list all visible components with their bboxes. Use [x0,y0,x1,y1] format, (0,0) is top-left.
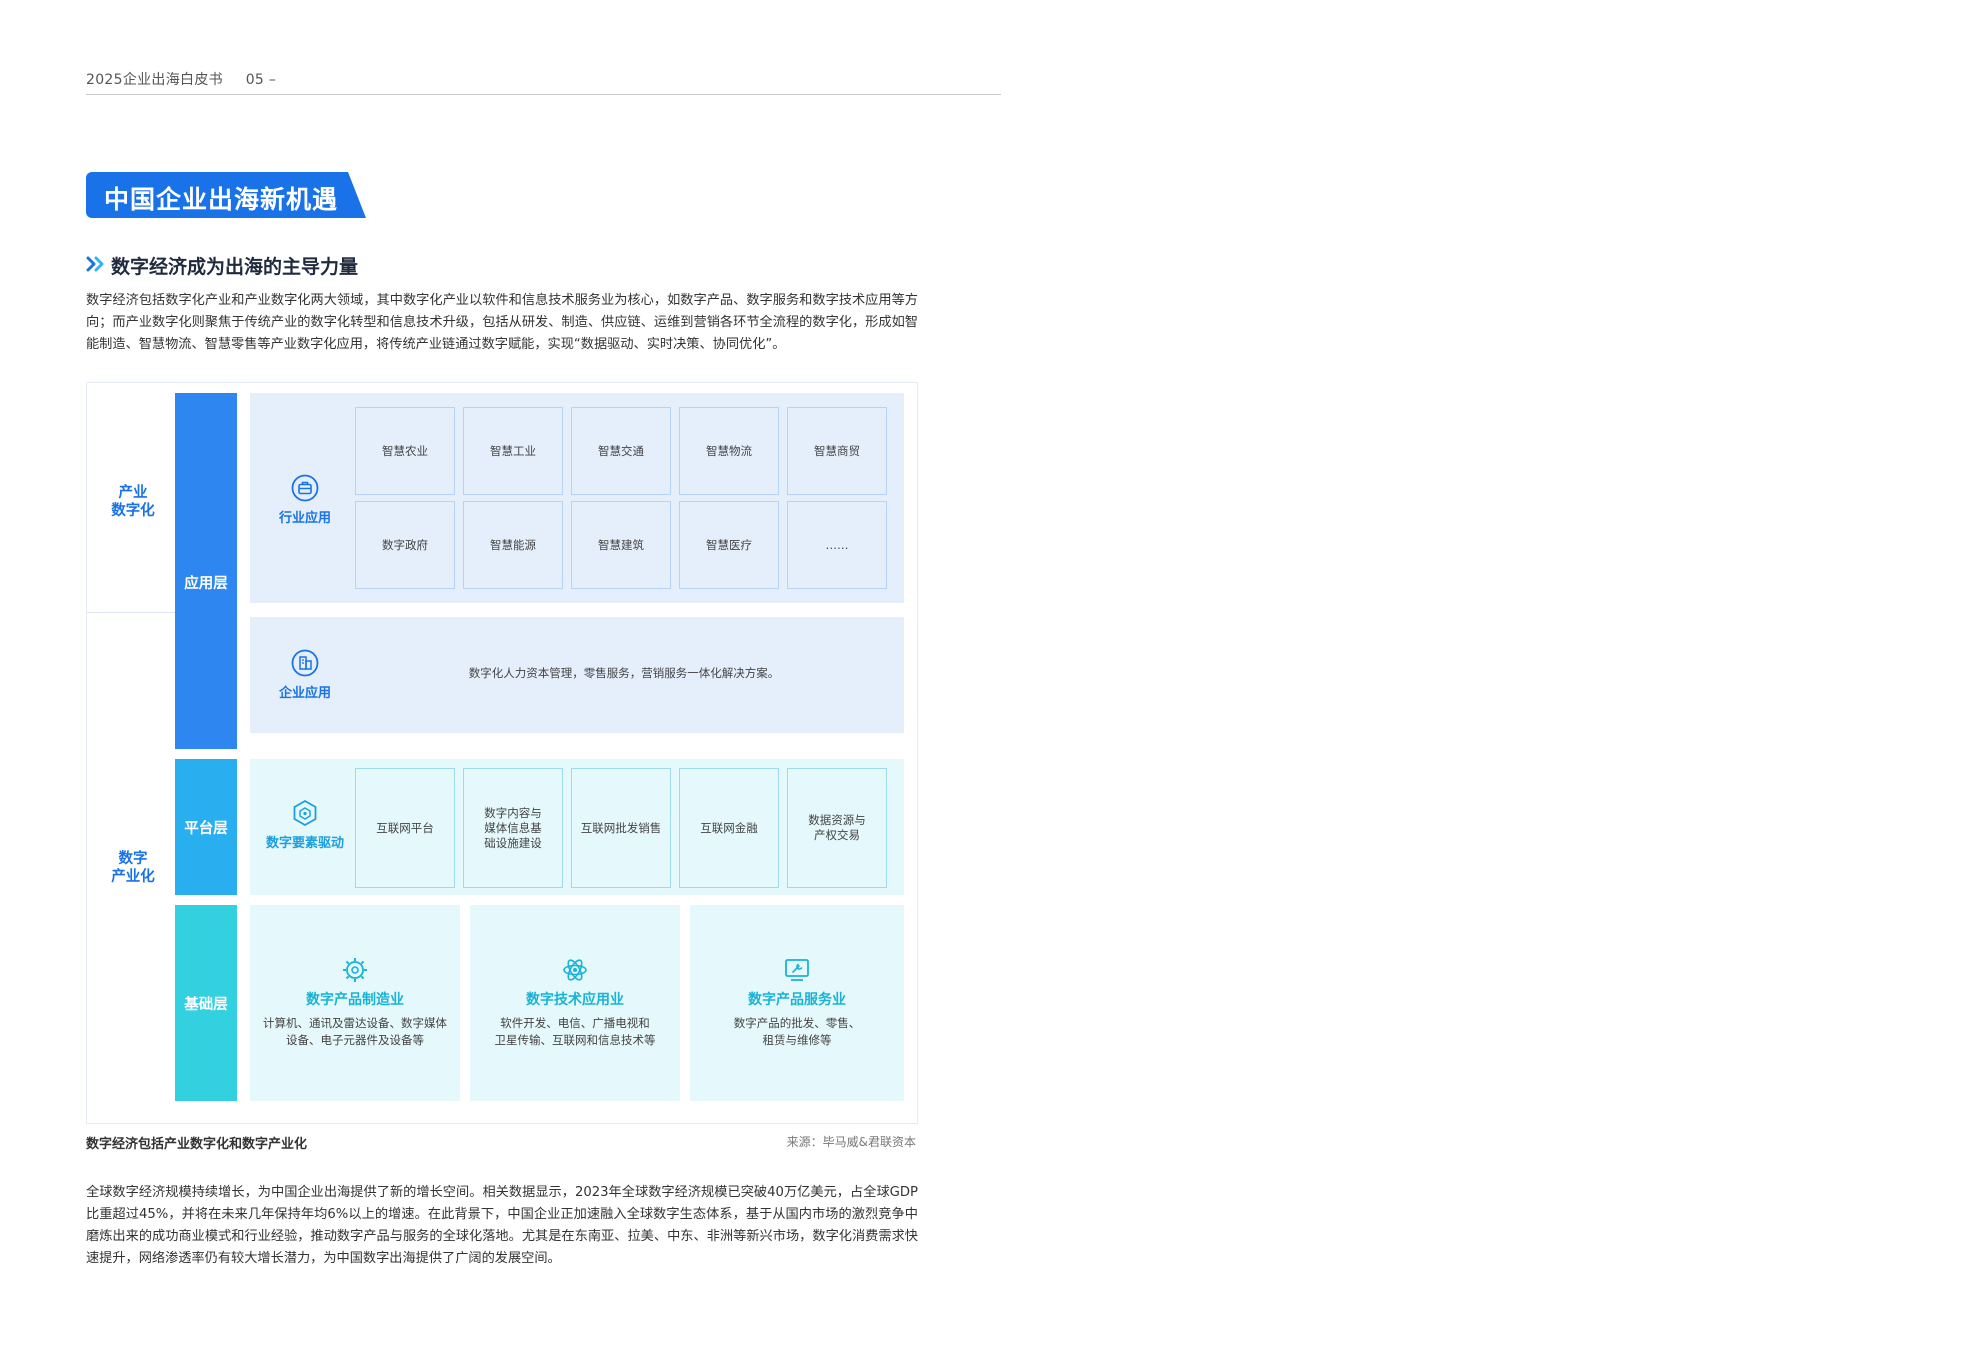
industry-item: …… [787,501,887,589]
industry-app-label: 行业应用 [278,511,331,526]
enterprise-app-panel: 企业应用 数字化人力资本管理，零售服务，营销服务一体化解决方案。 [250,617,904,733]
gear-chip-icon [343,958,367,982]
section-title: 中国企业出海新机遇 [104,185,339,214]
enterprise-app-description: 数字化人力资本管理，零售服务，营销服务一体化解决方案。 [468,666,780,680]
industry-item: 数字政府 [355,501,455,589]
section-title-tag: 中国企业出海新机遇 [86,172,366,218]
industry-item: 智慧医疗 [679,501,779,589]
industry-item: 智慧交通 [571,407,671,495]
figure-caption: 数字经济包括产业数字化和数字产业化 [86,1137,308,1152]
platform-item: 互联网批发销售 [571,768,671,888]
industry-item: 智慧物流 [679,407,779,495]
layer-application-label: 应用层 [184,575,228,592]
foundation-title: 数字产品制造业 [306,992,404,1008]
subsection-title: 数字经济成为出海的主导力量 [111,256,359,278]
briefcase-icon [291,474,319,502]
foundation-box: 数字技术应用业 软件开发、电信、广播电视和 卫星传输、互联网和信息技术等 [470,905,680,1101]
category-digital-industry: 数字 产业化 [111,851,155,885]
industry-item: 智慧商贸 [787,407,887,495]
foundation-title: 数字技术应用业 [526,992,624,1008]
platform-item: 数字内容与 媒体信息基 础设施建设 [463,768,563,888]
foundation-description: 软件开发、电信、广播电视和 卫星传输、互联网和信息技术等 [494,1016,656,1047]
layer-foundation: 基础层 [175,905,237,1101]
category-industry-digital: 产业 数字化 [111,485,155,519]
industry-item: 智慧能源 [463,501,563,589]
foundation-description: 数字产品的批发、零售、 租赁与维修等 [733,1016,861,1047]
digital-economy-diagram: 产业 数字化 数字 产业化 应用层 平台层 基础层 行业应用 智慧农业 智慧工业… [86,382,918,1124]
foundation-box: 数字产品制造业 计算机、通讯及雷达设备、数字媒体 设备、电子元器件及设备等 [250,905,460,1101]
double-chevron-icon [86,256,104,272]
building-icon [291,649,319,677]
atom-icon [563,959,587,981]
intro-paragraph: 数字经济包括数字化产业和产业数字化两大领域，其中数字化产业以软件和信息技术服务业… [86,293,918,352]
wrench-monitor-icon [785,959,809,981]
layer-application: 应用层 [175,393,237,749]
platform-label: 数字要素驱动 [265,836,344,851]
industry-item: 智慧工业 [463,407,563,495]
layer-foundation-label: 基础层 [184,996,228,1013]
platform-item: 互联网平台 [355,768,455,888]
figure-source: 来源：毕马威&君联资本 [786,1135,916,1149]
enterprise-app-label: 企业应用 [278,686,331,701]
platform-panel: 数字要素驱动 互联网平台 数字内容与 媒体信息基 础设施建设 互联网批发销售 互… [250,759,904,895]
foundation-box: 数字产品服务业 数字产品的批发、零售、 租赁与维修等 [690,905,904,1101]
foundation-title: 数字产品服务业 [748,992,846,1008]
industry-app-panel: 行业应用 智慧农业 智慧工业 智慧交通 智慧物流 智慧商贸 数字政府 智慧能源 … [250,393,904,603]
foundation-description: 计算机、通讯及雷达设备、数字媒体 设备、电子元器件及设备等 [263,1016,447,1047]
platform-item: 互联网金融 [679,768,779,888]
industry-item: 智慧建筑 [571,501,671,589]
hexagon-cube-icon [293,799,317,827]
header-divider [86,94,1001,95]
page-number: 05 – [245,72,277,88]
running-header: 2025企业出海白皮书 05 – [86,69,276,89]
platform-item: 数据资源与 产权交易 [787,768,887,888]
layer-platform: 平台层 [175,759,237,895]
industry-item: 智慧农业 [355,407,455,495]
layer-platform-label: 平台层 [184,820,228,837]
closing-paragraph: 全球数字经济规模持续增长，为中国企业出海提供了新的增长空间。相关数据显示，202… [86,1185,918,1266]
doc-title: 2025企业出海白皮书 [86,72,223,88]
